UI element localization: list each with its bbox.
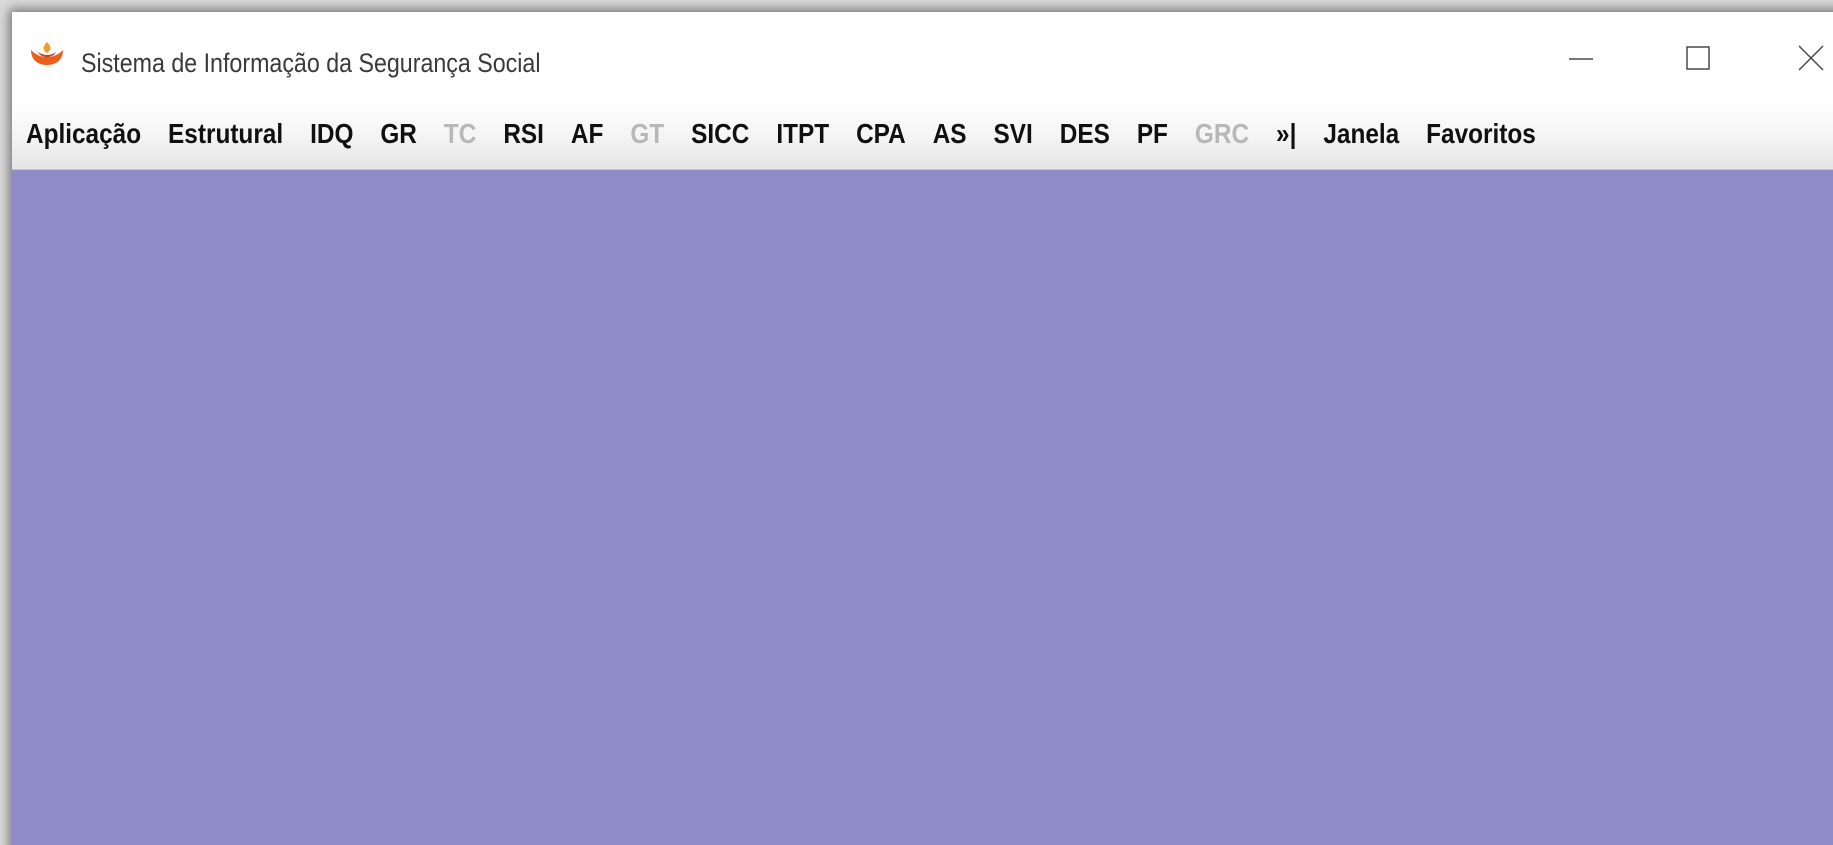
menu-item-estrutural[interactable]: Estrutural [168,118,283,150]
window-title: Sistema de Informação da Segurança Socia… [81,48,541,78]
title-bar[interactable]: Sistema de Informação da Segurança Socia… [12,12,1833,99]
menu-item-favoritos[interactable]: Favoritos [1426,118,1536,150]
maximize-button[interactable] [1678,38,1718,78]
menu-item-sicc[interactable]: SICC [691,118,749,150]
menu-item-grc: GRC [1194,118,1250,149]
menu-item-as[interactable]: AS [933,118,967,150]
main-window: Sistema de Informação da Segurança Socia… [12,12,1833,845]
menu-item-gr[interactable]: GR [380,118,417,150]
menu-item-pf[interactable]: PF [1137,118,1168,150]
desktop-area [12,170,1833,845]
maximize-icon [1686,46,1710,70]
minimize-button[interactable] [1561,38,1601,78]
menu-item-itpt[interactable]: ITPT [776,118,829,150]
screen: Sistema de Informação da Segurança Socia… [0,0,1833,845]
menu-item-af[interactable]: AF [571,118,603,150]
menu-item-rsi[interactable]: RSI [503,118,544,150]
menu-item-des[interactable]: DES [1060,118,1110,150]
flame-icon [28,38,66,68]
menu-item-svi[interactable]: SVI [994,118,1033,150]
minimize-icon [1569,58,1593,60]
menu-item-cpa[interactable]: CPA [856,118,906,150]
menu-bar: Aplicação Estrutural IDQ GR TC RSI AF GT SICC ITP… [12,99,1833,170]
menu-item-gt: GT [630,118,665,149]
menu-item-more[interactable]: »| [1276,118,1296,150]
menu-item-idq[interactable]: IDQ [310,118,353,150]
menu-item-aplicacao[interactable]: Aplicação [26,118,141,150]
menu-item-janela[interactable]: Janela [1323,118,1399,150]
close-button[interactable] [1791,38,1831,78]
menu-items: Aplicação Estrutural IDQ GR TC RSI AF GT SICC ITP… [26,99,1563,169]
menu-item-tc: TC [443,118,477,149]
close-icon [1798,45,1824,71]
